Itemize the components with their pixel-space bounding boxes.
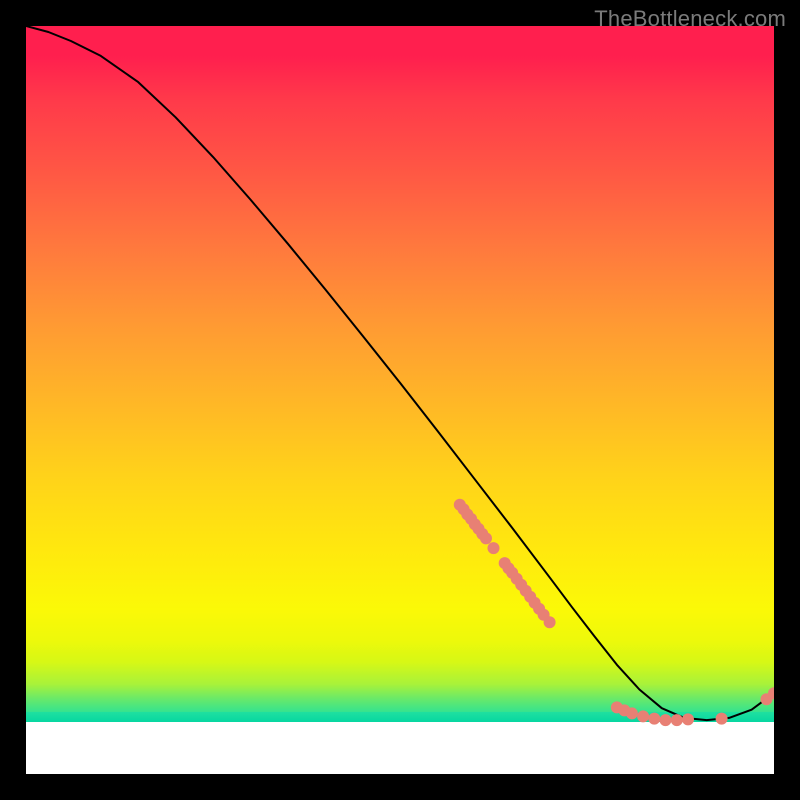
watermark-text: TheBottleneck.com [594, 6, 786, 32]
data-point [671, 714, 683, 726]
chart-frame: TheBottleneck.com [0, 0, 800, 800]
data-point [648, 713, 660, 725]
data-point [637, 710, 649, 722]
data-point [488, 542, 500, 554]
chart-svg [26, 26, 774, 774]
data-point [716, 713, 728, 725]
data-point [626, 707, 638, 719]
data-point [682, 713, 694, 725]
data-points [454, 499, 774, 726]
data-point [480, 532, 492, 544]
data-point [544, 616, 556, 628]
data-point [660, 714, 672, 726]
bottleneck-curve [26, 26, 774, 720]
